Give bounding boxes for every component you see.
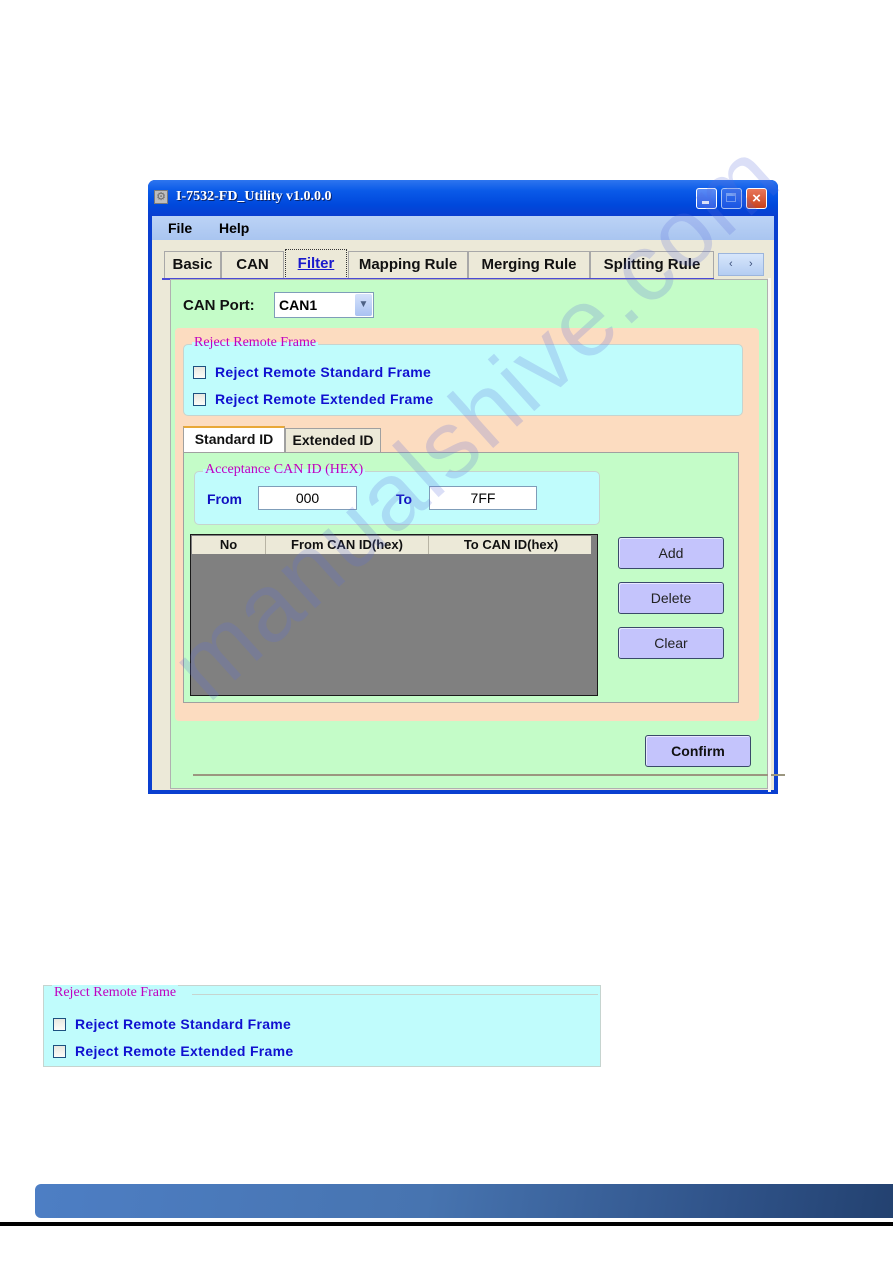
detail-reject-extended-label[interactable]: Reject Remote Extended Frame [75, 1043, 293, 1059]
reject-remote-frame-detail: Reject Remote Frame Reject Remote Standa… [43, 985, 601, 1067]
tab-scroll-buttons: ‹ › [718, 253, 764, 276]
menu-help[interactable]: Help [219, 220, 249, 236]
tab-filter[interactable]: Filter [285, 249, 347, 279]
menu-file[interactable]: File [168, 220, 192, 236]
reject-standard-label[interactable]: Reject Remote Standard Frame [215, 364, 431, 380]
col-from-can-id[interactable]: From CAN ID(hex) [266, 536, 429, 554]
tab-basic[interactable]: Basic [164, 251, 221, 278]
reject-remote-frame-group: Reject Remote Frame Reject Remote Standa… [183, 335, 743, 416]
tab-mapping-rule[interactable]: Mapping Rule [348, 251, 468, 278]
acceptance-id-legend: Acceptance CAN ID (HEX) [203, 462, 366, 478]
window-client: File Help Basic CAN Filter Mapping Rule … [152, 216, 785, 792]
detail-reject-standard-checkbox[interactable] [53, 1018, 66, 1031]
col-no[interactable]: No [192, 536, 266, 554]
subtab-extended-id[interactable]: Extended ID [285, 428, 381, 452]
filter-panel: Reject Remote Frame Reject Remote Standa… [175, 328, 759, 721]
confirm-button[interactable]: Confirm [645, 735, 751, 767]
chevron-left-icon[interactable]: ‹ [729, 258, 733, 270]
can-port-label: CAN Port: [183, 297, 255, 314]
tab-can[interactable]: CAN [221, 251, 284, 278]
detail-legend: Reject Remote Frame [52, 985, 179, 1001]
page-footer-rule [0, 1222, 893, 1226]
standard-id-page: Acceptance CAN ID (HEX) From 000 To 7FF … [183, 452, 739, 703]
can-port-select[interactable]: CAN1 ▼ [274, 292, 374, 318]
delete-button[interactable]: Delete [618, 582, 724, 614]
reject-extended-label[interactable]: Reject Remote Extended Frame [215, 391, 433, 407]
subtab-standard-id[interactable]: Standard ID [183, 426, 285, 452]
chevron-right-icon[interactable]: › [749, 258, 753, 270]
detail-legend-line [192, 994, 598, 995]
gear-icon[interactable]: ⚙ [154, 190, 168, 204]
acceptance-id-group: Acceptance CAN ID (HEX) From 000 To 7FF [194, 462, 600, 525]
minimize-button[interactable] [696, 188, 717, 209]
col-to-can-id[interactable]: To CAN ID(hex) [429, 536, 593, 554]
title-bar[interactable]: ⚙ I-7532-FD_Utility v1.0.0.0 × [148, 180, 778, 216]
close-button[interactable]: × [746, 188, 767, 209]
filter-tab-page: CAN Port: CAN1 ▼ Reject Remote Frame Rej… [170, 278, 785, 792]
menu-bar: File Help [152, 216, 774, 240]
add-button[interactable]: Add [618, 537, 724, 569]
can-port-value: CAN1 [279, 297, 318, 313]
window-title: I-7532-FD_Utility v1.0.0.0 [176, 189, 332, 204]
page-bottom-edge [193, 774, 785, 776]
app-window: ⚙ I-7532-FD_Utility v1.0.0.0 × File Help… [148, 180, 785, 794]
clear-button[interactable]: Clear [618, 627, 724, 659]
from-id-input[interactable]: 000 [258, 486, 357, 510]
table-header: No From CAN ID(hex) To CAN ID(hex) [192, 536, 591, 554]
detail-reject-extended-checkbox[interactable] [53, 1045, 66, 1058]
close-icon: × [752, 190, 761, 207]
id-range-table[interactable]: No From CAN ID(hex) To CAN ID(hex) [190, 534, 598, 696]
detail-reject-standard-label[interactable]: Reject Remote Standard Frame [75, 1016, 291, 1032]
chevron-down-icon[interactable]: ▼ [355, 294, 372, 316]
maximize-button[interactable] [721, 188, 742, 209]
tab-splitting-rule[interactable]: Splitting Rule [590, 251, 714, 278]
tab-merging-rule[interactable]: Merging Rule [468, 251, 590, 278]
reject-extended-checkbox[interactable] [193, 393, 206, 406]
page-footer-bar [35, 1184, 893, 1218]
from-label: From [207, 491, 242, 507]
reject-remote-frame-legend: Reject Remote Frame [192, 335, 319, 351]
reject-standard-checkbox[interactable] [193, 366, 206, 379]
to-id-input[interactable]: 7FF [429, 486, 537, 510]
to-label: To [396, 491, 413, 507]
